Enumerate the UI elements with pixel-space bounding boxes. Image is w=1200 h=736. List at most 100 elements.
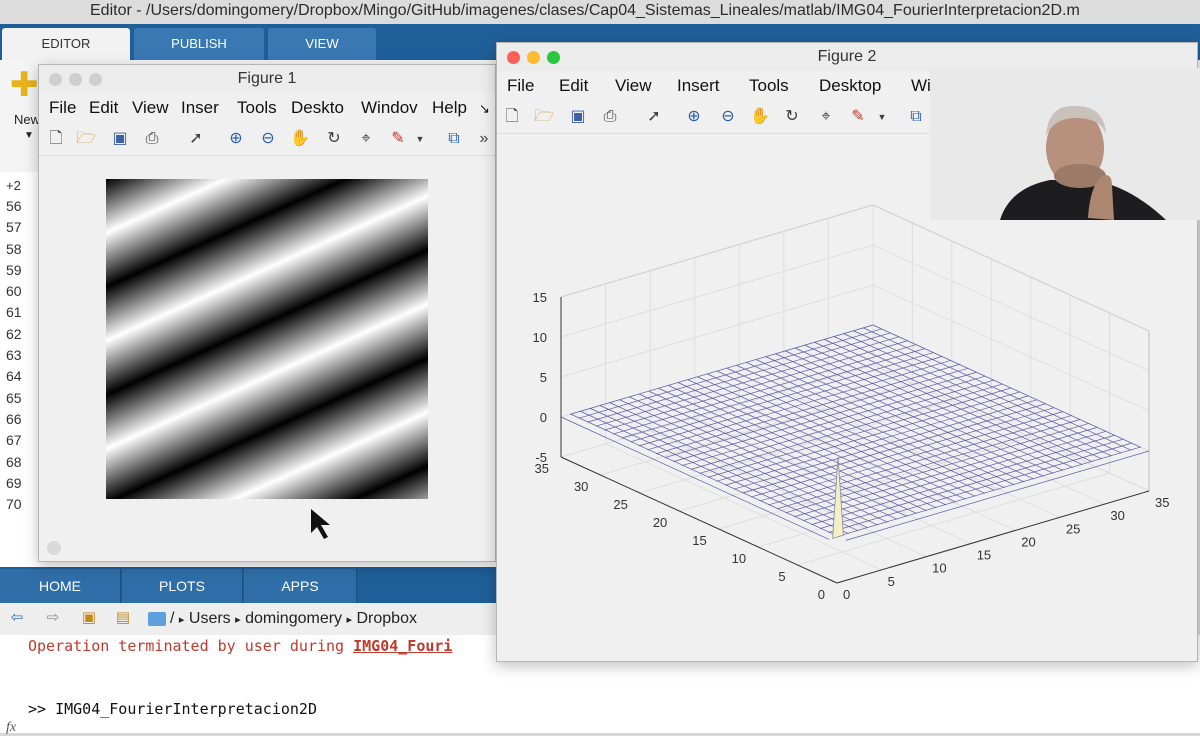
y-tick-label: 20 bbox=[653, 515, 667, 530]
menu-file[interactable]: File bbox=[507, 76, 534, 96]
line-number: 57 bbox=[6, 219, 22, 236]
mesh-line bbox=[853, 330, 1122, 454]
link-plot-icon[interactable]: ⧉ bbox=[443, 128, 465, 150]
brush-dropdown-icon[interactable]: ▼ bbox=[409, 128, 431, 150]
mesh-line bbox=[768, 415, 1072, 506]
menu-file[interactable]: File bbox=[49, 98, 76, 118]
mesh-line bbox=[681, 375, 986, 466]
main-title-bar: Editor - /Users/domingomery/Dropbox/Ming… bbox=[0, 0, 1200, 25]
path-root[interactable]: / bbox=[170, 610, 174, 627]
menu-view[interactable]: View bbox=[132, 98, 169, 118]
path-user[interactable]: domingomery bbox=[245, 610, 342, 627]
menu-desktop[interactable]: Desktop bbox=[819, 76, 881, 96]
command-prompt-line[interactable]: >> IMG04_FourierInterpretacion2D bbox=[28, 700, 317, 718]
figure1-window[interactable]: Figure 1 File Edit View Inser Tools Desk… bbox=[38, 64, 496, 562]
zoom-out-icon[interactable]: ⊖ bbox=[257, 128, 279, 150]
zoom-in-icon[interactable]: ⊕ bbox=[683, 106, 705, 128]
save-icon[interactable]: ▣ bbox=[567, 106, 589, 128]
rotate-3d-icon[interactable]: ↻ bbox=[781, 106, 803, 128]
pan-hand-icon[interactable]: ✋ bbox=[289, 128, 311, 150]
menu-tools[interactable]: Tools bbox=[237, 98, 277, 118]
menu-view[interactable]: View bbox=[615, 76, 652, 96]
rotate-3d-icon[interactable]: ↻ bbox=[323, 128, 345, 150]
menu-insert[interactable]: Insert bbox=[677, 76, 720, 96]
resize-grip-icon[interactable] bbox=[47, 541, 61, 555]
pointer-icon[interactable]: ➚ bbox=[643, 106, 665, 128]
figure1-title-bar[interactable]: Figure 1 bbox=[39, 65, 495, 94]
tab-view[interactable]: VIEW bbox=[268, 28, 376, 60]
path-sep: ▸ bbox=[235, 614, 241, 626]
brush-icon[interactable]: ✎ bbox=[387, 128, 409, 150]
save-icon[interactable]: ▣ bbox=[109, 128, 131, 150]
menu-desktop[interactable]: Deskto bbox=[291, 98, 344, 118]
tab-home[interactable]: HOME bbox=[0, 569, 121, 603]
data-cursor-icon[interactable]: ⌖ bbox=[355, 128, 377, 150]
toolbar-overflow-icon[interactable]: » bbox=[473, 128, 495, 150]
line-number: 58 bbox=[6, 240, 22, 257]
pointer-icon[interactable]: ➚ bbox=[185, 128, 207, 150]
menu-overflow-icon[interactable]: ↘ bbox=[479, 101, 490, 117]
x-tick-label: 30 bbox=[1110, 508, 1124, 523]
new-button-label[interactable]: New bbox=[14, 112, 40, 127]
menu-window[interactable]: Windov bbox=[361, 98, 418, 118]
mesh-line bbox=[843, 333, 1113, 457]
y-tick-label: 0 bbox=[818, 587, 825, 602]
menu-window[interactable]: Wi bbox=[911, 76, 931, 96]
z-tick-label: 15 bbox=[533, 290, 547, 305]
brush-dropdown-icon[interactable]: ▼ bbox=[871, 106, 893, 128]
mesh-line bbox=[587, 332, 891, 423]
print-icon[interactable]: ⎙ bbox=[141, 128, 163, 150]
mesh-line bbox=[673, 371, 977, 462]
zoom-in-icon[interactable]: ⊕ bbox=[225, 128, 247, 150]
menu-help[interactable]: Help bbox=[432, 98, 467, 118]
y-tick-label: 15 bbox=[692, 533, 706, 548]
new-file-plus-icon[interactable]: ✚ bbox=[10, 68, 39, 102]
menu-insert[interactable]: Inser bbox=[181, 98, 219, 118]
chevron-down-icon[interactable]: ▼ bbox=[24, 130, 34, 141]
open-file-icon[interactable]: 🗁 bbox=[533, 106, 555, 128]
error-text: Operation terminated by user during bbox=[28, 637, 354, 655]
mesh-line bbox=[872, 324, 1142, 448]
open-file-icon[interactable]: 🗁 bbox=[75, 128, 97, 150]
figure1-canvas bbox=[39, 156, 495, 561]
zoom-out-icon[interactable]: ⊖ bbox=[717, 106, 739, 128]
window-title: Editor - /Users/domingomery/Dropbox/Ming… bbox=[90, 2, 1080, 19]
z-tick-label: -5 bbox=[535, 450, 547, 465]
browse-folder-icon[interactable]: ▤ bbox=[114, 610, 132, 626]
y-tick-label: 5 bbox=[778, 569, 785, 584]
new-figure-icon[interactable]: 🗋 bbox=[501, 106, 523, 128]
current-folder-bar: ⇦ ⇨ ▣ ▤ / ▸ Users ▸ domingomery ▸ Dropbo… bbox=[0, 603, 500, 636]
forward-arrow-icon[interactable]: ⇨ bbox=[44, 610, 62, 626]
pan-hand-icon[interactable]: ✋ bbox=[749, 106, 771, 128]
data-cursor-icon[interactable]: ⌖ bbox=[815, 106, 837, 128]
path-dropbox[interactable]: Dropbox bbox=[356, 610, 416, 627]
folder-path[interactable]: / ▸ Users ▸ domingomery ▸ Dropbox bbox=[170, 610, 417, 628]
link-plot-icon[interactable]: ⧉ bbox=[905, 106, 927, 128]
tab-editor[interactable]: EDITOR bbox=[2, 28, 130, 60]
brush-icon[interactable]: ✎ bbox=[847, 106, 869, 128]
grid-line bbox=[872, 284, 1150, 412]
y-tick-label: 30 bbox=[574, 479, 588, 494]
error-file-link[interactable]: IMG04_Fouri bbox=[353, 637, 452, 655]
up-folder-icon[interactable]: ▣ bbox=[80, 610, 98, 626]
print-icon[interactable]: ⎙ bbox=[599, 106, 621, 128]
x-tick-label: 0 bbox=[843, 587, 850, 602]
figure1-toolbar: 🗋 🗁 ▣ ⎙ ➚ ⊕ ⊖ ✋ ↻ ⌖ ✎ ▼ ⧉ » bbox=[39, 123, 495, 156]
tab-publish[interactable]: PUBLISH bbox=[134, 28, 264, 60]
menu-edit[interactable]: Edit bbox=[559, 76, 588, 96]
mesh-line bbox=[733, 399, 1037, 490]
new-figure-icon[interactable]: 🗋 bbox=[45, 128, 67, 150]
mesh-line bbox=[742, 403, 1046, 494]
editor-tab-chip[interactable]: +2 bbox=[6, 178, 21, 193]
bottom-tab-strip: HOME PLOTS APPS bbox=[0, 567, 500, 603]
line-number-gutter: 56 57 58 59 60 61 62 63 64 65 66 67 68 69 70 bbox=[6, 196, 34, 515]
path-users[interactable]: Users bbox=[189, 610, 231, 627]
presenter-video bbox=[930, 68, 1200, 220]
menu-tools[interactable]: Tools bbox=[749, 76, 789, 96]
mouse-cursor-icon bbox=[311, 509, 330, 539]
tab-apps[interactable]: APPS bbox=[244, 569, 357, 603]
menu-edit[interactable]: Edit bbox=[89, 98, 118, 118]
back-arrow-icon[interactable]: ⇦ bbox=[8, 610, 26, 626]
tab-plots[interactable]: PLOTS bbox=[122, 569, 243, 603]
line-number: 65 bbox=[6, 389, 22, 406]
